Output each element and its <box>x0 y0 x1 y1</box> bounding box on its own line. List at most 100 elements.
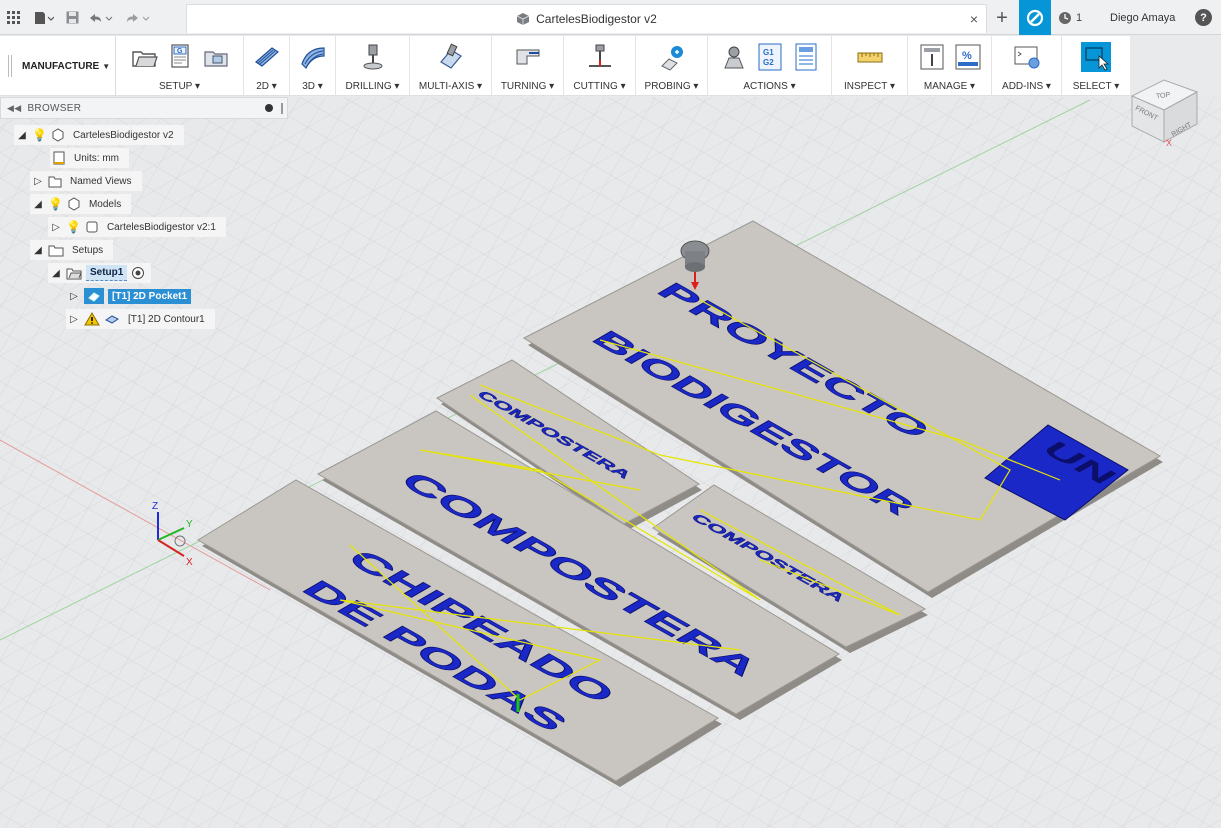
select-icon[interactable] <box>1081 42 1111 72</box>
group-manage[interactable]: % MANAGE ▾ <box>908 36 992 96</box>
app-grid-icon[interactable] <box>0 0 26 35</box>
probe-icon[interactable] <box>657 42 687 72</box>
visibility-bulb-icon[interactable]: 💡 <box>48 197 63 211</box>
measure-icon[interactable] <box>855 42 885 72</box>
component-icon <box>68 197 80 211</box>
collapse-panel-icon[interactable]: ◀◀ <box>7 103 21 114</box>
group-label-turning: TURNING <box>500 81 547 92</box>
close-tab-button[interactable]: × <box>970 11 978 27</box>
collapse-triangle-icon[interactable]: ◢ <box>32 199 44 210</box>
expand-triangle-icon[interactable]: ▷ <box>50 222 62 233</box>
clock-icon <box>1059 11 1071 24</box>
user-account[interactable]: Diego Amaya <box>1110 0 1175 35</box>
group-inspect[interactable]: INSPECT ▾ <box>832 36 908 96</box>
setup-folder-icon[interactable] <box>129 42 159 72</box>
group-label-cutting: CUTTING <box>573 81 618 92</box>
setup-icon <box>66 268 82 280</box>
collapse-triangle-icon[interactable]: ◢ <box>16 130 28 141</box>
sync-status-icon[interactable] <box>1019 0 1051 35</box>
template-folder-icon[interactable] <box>201 42 231 72</box>
view-cube[interactable]: TOP FRONT RIGHT X <box>1124 58 1221 148</box>
browser-panel: ◀◀ BROWSER ◢ 💡 CartelesBiodigestor v2 Un… <box>0 97 290 337</box>
triad-y: Y <box>186 519 193 530</box>
group-label-setup: SETUP <box>159 81 193 92</box>
visibility-bulb-icon[interactable]: 💡 <box>32 128 47 142</box>
group-probing[interactable]: PROBING ▾ <box>636 36 708 96</box>
pin-icon[interactable] <box>265 104 273 112</box>
node-label-2d-pocket: [T1] 2D Pocket1 <box>108 288 192 304</box>
toolbar-grip[interactable] <box>8 55 12 77</box>
tool-library-icon[interactable] <box>917 42 947 72</box>
tree-node-model-instance[interactable]: ▷ 💡 CartelesBiodigestor v2:1 <box>48 217 226 237</box>
tree-node-2d-pocket[interactable]: ▷ [T1] 2D Pocket1 <box>66 286 197 306</box>
drill-icon[interactable] <box>358 42 388 72</box>
body-icon <box>86 221 98 233</box>
group-label-select: SELECT <box>1072 81 1112 92</box>
post-library-icon[interactable]: % <box>953 42 983 72</box>
group-3d[interactable]: 3D ▾ <box>290 36 336 96</box>
group-label-multi-axis: MULTI-AXIS <box>418 81 475 92</box>
setup-sheet-icon[interactable] <box>791 42 821 72</box>
group-actions[interactable]: G1 G2 ACTIONS ▾ <box>708 36 832 96</box>
group-2d[interactable]: 2D ▾ <box>244 36 290 96</box>
collapse-triangle-icon[interactable]: ◢ <box>50 268 62 279</box>
2d-pocket-icon[interactable] <box>252 42 282 72</box>
cutting-icon[interactable] <box>585 42 615 72</box>
job-status[interactable]: 1 <box>1058 0 1082 35</box>
document-settings-icon <box>53 151 65 165</box>
post-process-icon[interactable]: G1G2 <box>755 42 785 72</box>
svg-text:G1: G1 <box>763 48 774 57</box>
triad-z: Z <box>152 501 158 512</box>
turning-icon[interactable] <box>513 42 543 72</box>
svg-text:%: % <box>962 50 972 62</box>
tree-node-2d-contour[interactable]: ▷ [T1] 2D Contour1 <box>66 309 215 329</box>
group-label-manage: MANAGE <box>923 81 968 92</box>
multi-axis-icon[interactable] <box>436 42 466 72</box>
node-label-models: Models <box>88 198 122 210</box>
group-label-inspect: INSPECT <box>844 81 888 92</box>
node-label-document: CartelesBiodigestor v2 <box>72 129 174 141</box>
undo-icon[interactable] <box>82 0 120 35</box>
title-bar: CartelesBiodigestor v2 × + 1 Diego Amaya… <box>0 0 1221 35</box>
visibility-bulb-icon[interactable]: 💡 <box>66 220 81 234</box>
active-setup-radio-icon[interactable] <box>131 266 145 280</box>
help-icon[interactable]: ? <box>1195 9 1212 26</box>
save-icon[interactable] <box>62 0 82 35</box>
expand-triangle-icon[interactable]: ▷ <box>68 291 80 302</box>
new-tab-button[interactable]: + <box>988 4 1016 33</box>
tree-node-named-views[interactable]: ▷ Named Views <box>30 171 142 191</box>
tree-node-setups[interactable]: ◢ Setups <box>30 240 114 260</box>
group-select[interactable]: SELECT ▾ <box>1062 36 1130 96</box>
group-add-ins[interactable]: ADD-INS ▾ <box>992 36 1062 96</box>
group-label-3d: 3D <box>302 81 315 92</box>
setups-folder-icon <box>48 245 64 257</box>
node-label-setups: Setups <box>72 244 104 256</box>
redo-icon[interactable] <box>120 0 156 35</box>
group-setup[interactable]: G SETUP ▾ <box>116 36 244 96</box>
group-drilling[interactable]: DRILLING ▾ <box>336 36 410 96</box>
file-menu-icon[interactable] <box>26 0 62 35</box>
scripts-icon[interactable] <box>1012 42 1042 72</box>
workspace-label: MANUFACTURE <box>22 60 100 72</box>
tree-node-models[interactable]: ◢ 💡 Models <box>30 194 132 214</box>
group-turning[interactable]: TURNING ▾ <box>492 36 564 96</box>
document-tab[interactable]: CartelesBiodigestor v2 × <box>186 4 987 33</box>
3d-adaptive-icon[interactable] <box>298 42 328 72</box>
group-label-probing: PROBING <box>644 81 691 92</box>
browser-header[interactable]: ◀◀ BROWSER <box>0 97 288 119</box>
group-multi-axis[interactable]: MULTI-AXIS ▾ <box>410 36 492 96</box>
expand-triangle-icon[interactable]: ▷ <box>68 314 80 325</box>
collapse-triangle-icon[interactable]: ◢ <box>32 245 44 256</box>
svg-text:G: G <box>177 48 183 55</box>
group-cutting[interactable]: CUTTING ▾ <box>564 36 636 96</box>
tree-node-setup1[interactable]: ◢ Setup1 <box>48 263 152 283</box>
tree-node-units[interactable]: Units: mm <box>50 148 129 168</box>
node-label-named-views: Named Views <box>70 175 132 187</box>
nc-program-icon[interactable]: G <box>165 42 195 72</box>
tree-node-document[interactable]: ◢ 💡 CartelesBiodigestor v2 <box>14 125 184 145</box>
node-label-2d-contour: [T1] 2D Contour1 <box>128 313 205 325</box>
simulate-icon[interactable] <box>719 42 749 72</box>
group-label-2d: 2D <box>256 81 269 92</box>
workspace-switcher[interactable]: MANUFACTURE ▼ <box>0 36 116 96</box>
expand-triangle-icon[interactable]: ▷ <box>32 176 44 187</box>
